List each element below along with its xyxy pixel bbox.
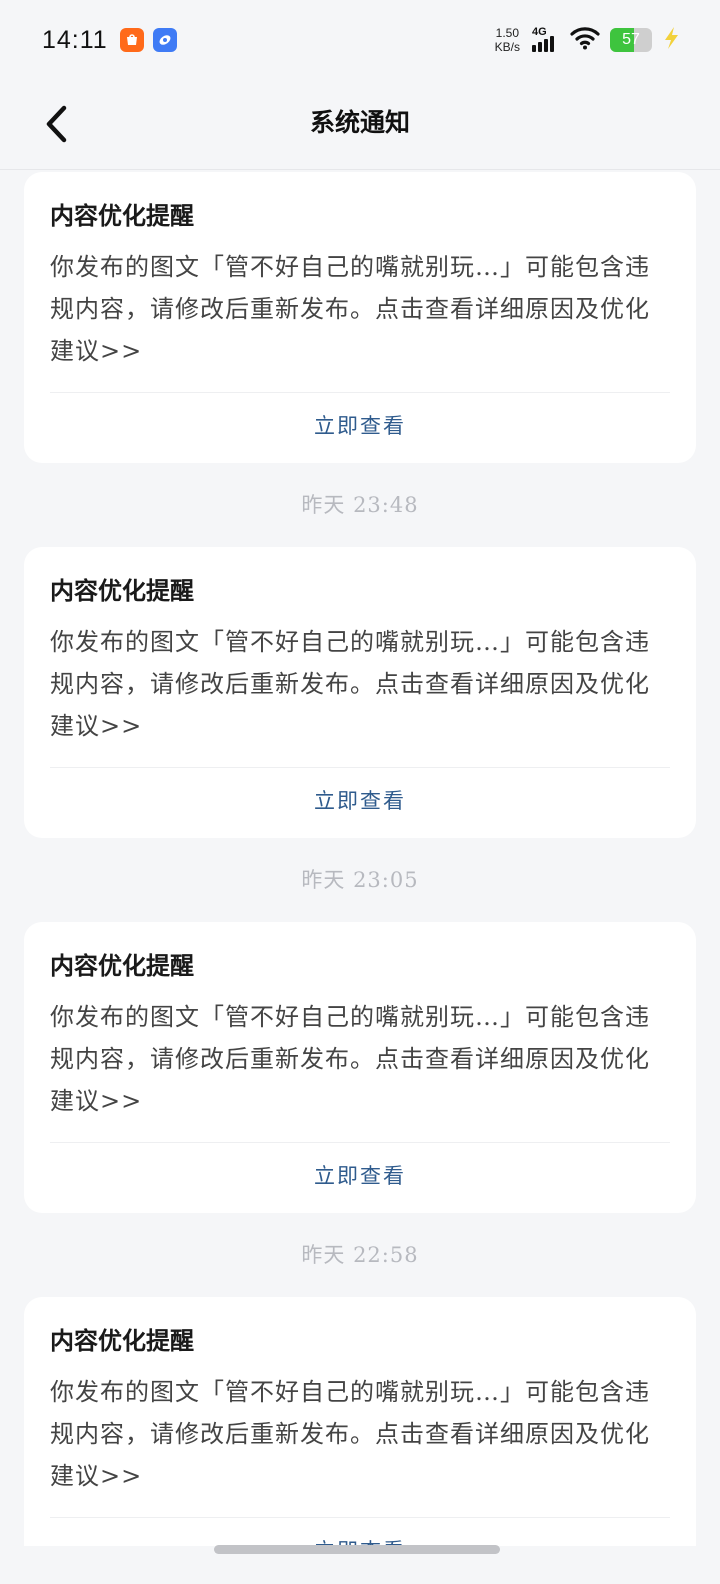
notification-body: 你发布的图文「管不好自己的嘴就别玩…」可能包含违规内容，请修改后重新发布。点击查… [50, 996, 670, 1143]
notification-time: 昨天 22:58 [301, 1243, 419, 1267]
battery-percent: 57 [622, 31, 640, 48]
view-now-button[interactable]: 立即查看 [50, 393, 670, 463]
notification-list[interactable]: 内容优化提醒 你发布的图文「管不好自己的嘴就别玩…」可能包含违规内容，请修改后重… [0, 170, 720, 1546]
home-indicator[interactable] [214, 1545, 500, 1554]
cellular-signal-icon: 4G [530, 26, 560, 54]
notification-card[interactable]: 内容优化提醒 你发布的图文「管不好自己的嘴就别玩…」可能包含违规内容，请修改后重… [24, 922, 696, 1213]
notification-title: 内容优化提醒 [50, 951, 194, 980]
shopping-app-icon [119, 28, 144, 52]
battery-icon: 57 [610, 28, 652, 52]
network-speed-value: 1.50 [495, 26, 519, 40]
charging-bolt-icon [662, 26, 680, 54]
notification-body: 你发布的图文「管不好自己的嘴就别玩…」可能包含违规内容，请修改后重新发布。点击查… [50, 1371, 670, 1518]
notification-card[interactable]: 内容优化提醒 你发布的图文「管不好自己的嘴就别玩…」可能包含违规内容，请修改后重… [24, 1297, 696, 1546]
page-title: 系统通知 [309, 108, 410, 137]
wifi-icon [570, 26, 600, 54]
network-speed-unit: KB/s [494, 40, 520, 54]
status-time: 14:11 [42, 25, 108, 54]
notification-time: 昨天 23:05 [301, 868, 419, 892]
browser-app-icon [152, 28, 177, 52]
notification-title: 内容优化提醒 [50, 1326, 194, 1355]
view-now-button[interactable]: 立即查看 [50, 1518, 670, 1546]
status-bar: 14:11 1.50 KB/s 4G 57 [0, 0, 720, 80]
nav-bar: 系统通知 [0, 80, 720, 170]
network-speed: 1.50 KB/s [495, 26, 520, 54]
notification-body: 你发布的图文「管不好自己的嘴就别玩…」可能包含违规内容，请修改后重新发布。点击查… [50, 246, 670, 393]
notification-time: 昨天 23:48 [301, 493, 419, 517]
view-now-button[interactable]: 立即查看 [50, 1143, 670, 1213]
notification-body: 你发布的图文「管不好自己的嘴就别玩…」可能包含违规内容，请修改后重新发布。点击查… [50, 621, 670, 768]
notification-card[interactable]: 内容优化提醒 你发布的图文「管不好自己的嘴就别玩…」可能包含违规内容，请修改后重… [24, 172, 696, 463]
notification-card[interactable]: 内容优化提醒 你发布的图文「管不好自己的嘴就别玩…」可能包含违规内容，请修改后重… [24, 547, 696, 838]
notification-list-content: 内容优化提醒 你发布的图文「管不好自己的嘴就别玩…」可能包含违规内容，请修改后重… [0, 170, 720, 1546]
notification-title: 内容优化提醒 [50, 576, 194, 605]
notification-title: 内容优化提醒 [50, 201, 194, 230]
view-now-button[interactable]: 立即查看 [50, 768, 670, 838]
